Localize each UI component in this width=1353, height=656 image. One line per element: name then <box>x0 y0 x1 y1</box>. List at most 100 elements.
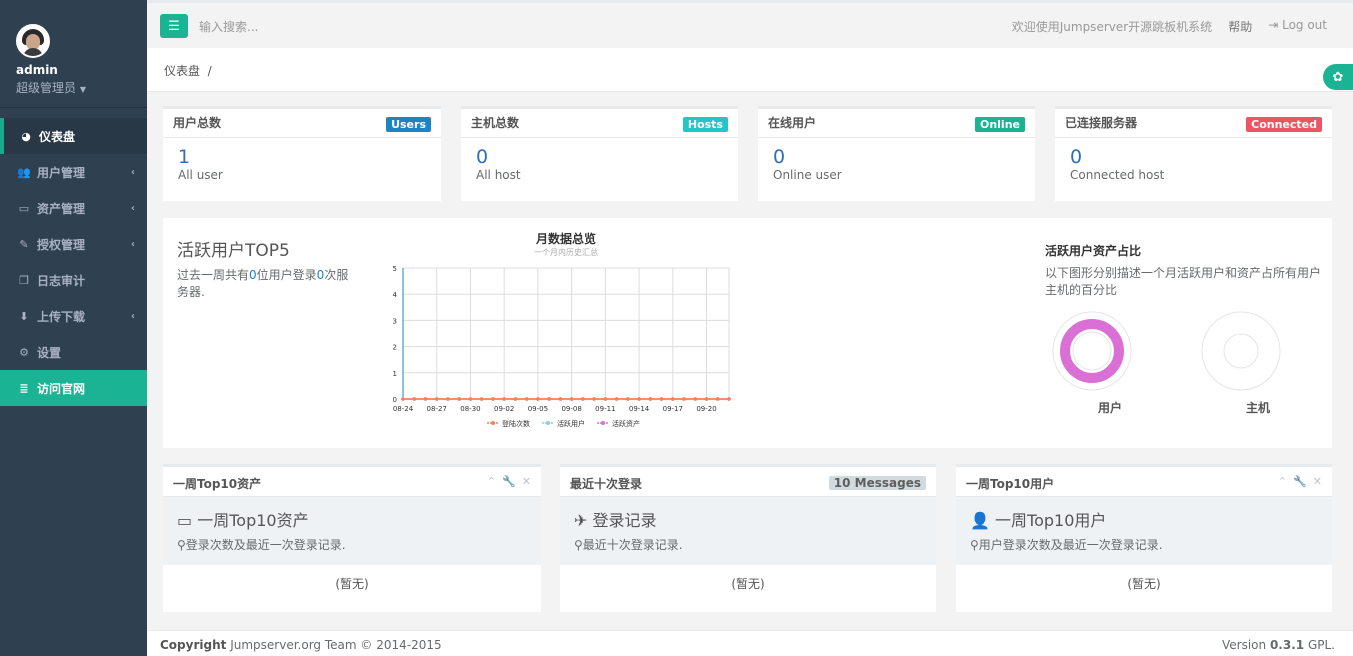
users-badge: Users <box>386 117 431 132</box>
version-label: Version <box>1221 638 1267 652</box>
profile: admin 超级管理员 ▼ <box>0 0 147 108</box>
host-donut-inner <box>1223 333 1259 369</box>
sidebar-item-label: 授权管理 <box>37 237 86 252</box>
data-point <box>682 397 686 401</box>
data-point <box>423 397 428 401</box>
sidebar-item-website[interactable]: ≣ 访问官网 <box>0 370 147 406</box>
chevron-up-icon[interactable]: ⌃ <box>1278 475 1287 488</box>
top5-title: 活跃用户TOP5 <box>177 241 290 261</box>
data-point <box>626 397 630 401</box>
paper-plane-icon: ✈ <box>574 511 588 530</box>
hosts-badge: Hosts <box>682 117 728 132</box>
chevron-up-icon[interactable]: ⌃ <box>487 475 496 488</box>
y-tick-label: 2 <box>393 344 397 352</box>
panel-top10-assets: 一周Top10资产 ⌃ 🔧 ✕ ▭ 一周Top10资产 ⚲登录次数及最近一次登录记录… <box>163 464 541 612</box>
y-tick-label: 0 <box>393 396 397 404</box>
legend-marker <box>491 421 495 425</box>
stat-card-users: 用户总数 Users 1 All user <box>163 106 441 201</box>
panel-top10-users: 一周Top10用户 ⌃ 🔧 ✕ 👤 一周Top10用户 ⚲用户登录次数及最近一次登录… <box>956 464 1332 612</box>
data-point <box>727 397 731 401</box>
data-point <box>513 397 518 401</box>
version-suffix: GPL. <box>1307 638 1335 652</box>
data-point <box>614 397 619 401</box>
profile-name[interactable]: admin <box>16 63 147 77</box>
help-link[interactable]: 帮助 <box>1228 18 1252 35</box>
caret-down-icon: ▼ <box>79 85 86 94</box>
panel-desc: 登录次数及最近一次登录记录. <box>185 538 346 552</box>
chevron-left-icon: ‹ <box>130 238 135 250</box>
panel-tools: ⌃ 🔧 ✕ <box>1278 475 1322 488</box>
menu-toggle-button[interactable]: ☰ <box>160 14 188 38</box>
stat-card-value[interactable]: 0 <box>758 138 1035 167</box>
stat-card-value[interactable]: 1 <box>163 138 441 167</box>
legend-marker <box>546 421 550 425</box>
profile-role[interactable]: 超级管理员 ▼ <box>16 79 147 96</box>
wrench-icon[interactable]: 🔧 <box>1293 475 1307 488</box>
data-point <box>704 397 709 401</box>
monthly-line-chart: 0 1 2 3 4 5 08-24 08-27 08-30 09-02 09-05 09-08 09-1… <box>393 265 731 428</box>
x-tick-label: 09-08 <box>561 405 581 413</box>
avatar[interactable] <box>16 24 50 58</box>
sidebar-item-logs[interactable]: ❐ 日志审计 <box>0 262 147 298</box>
wrench-icon[interactable]: 🔧 <box>502 475 516 488</box>
sidebar-item-users[interactable]: 👥 用户管理 ‹ <box>0 154 147 190</box>
topbar: ☰ 输入搜索... 欢迎使用Jumpserver开源跳板机系统 帮助 ⇥ Log… <box>147 0 1353 48</box>
breadcrumb-bar: 仪表盘 / ✿ <box>147 48 1353 92</box>
data-point <box>693 397 698 401</box>
sidebar-item-transfer[interactable]: ⬇ 上传下载 ‹ <box>0 298 147 334</box>
sidebar-item-label: 仪表盘 <box>39 129 76 144</box>
sidebar-item-assets[interactable]: ▭ 资产管理 ‹ <box>0 190 147 226</box>
dashboard-icon: ◕ <box>21 129 31 143</box>
data-point <box>502 397 506 401</box>
panel-desc: 用户登录次数及最近一次登录记录. <box>978 538 1163 552</box>
search-input[interactable]: 输入搜索... <box>199 18 258 35</box>
users-icon: 👥 <box>17 165 31 179</box>
floating-tool-button[interactable]: ✿ <box>1323 64 1353 90</box>
sidebar-item-dashboard[interactable]: ◕ 仪表盘 <box>0 118 147 154</box>
user-donut[interactable] <box>1052 311 1132 391</box>
bars-icon: ☰ <box>168 18 180 34</box>
close-icon[interactable]: ✕ <box>1313 475 1322 488</box>
logout-link[interactable]: ⇥ Log out <box>1268 18 1327 35</box>
messages-badge: 10 Messages <box>828 476 926 490</box>
x-tick-label: 09-17 <box>663 405 683 413</box>
data-point <box>648 397 653 401</box>
stat-card-value[interactable]: 0 <box>461 138 738 167</box>
close-icon[interactable]: ✕ <box>522 475 531 488</box>
stat-card-title: 在线用户 <box>768 116 817 130</box>
stat-card-value[interactable]: 0 <box>1055 138 1332 167</box>
topbar-right: 欢迎使用Jumpserver开源跳板机系统 帮助 ⇥ Log out <box>1012 18 1327 35</box>
sidebar-item-settings[interactable]: ⚙ 设置 <box>0 334 147 370</box>
data-point <box>446 397 450 401</box>
host-donut[interactable] <box>1201 311 1281 391</box>
cog-float-icon: ✿ <box>1332 69 1344 85</box>
sidebar-item-permissions[interactable]: ✎ 授权管理 ‹ <box>0 226 147 262</box>
panel-empty: (暂无) <box>731 577 765 591</box>
stat-card-hosts: 主机总数 Hosts 0 All host <box>461 106 738 201</box>
user-donut-inner <box>1072 331 1112 371</box>
data-point <box>670 397 675 401</box>
x-tick-label: 09-14 <box>629 405 650 413</box>
chevron-left-icon: ‹ <box>130 202 135 214</box>
panel-heading: 一周Top10用户 <box>995 511 1107 530</box>
y-tick-label: 3 <box>393 317 397 325</box>
data-point <box>547 397 551 401</box>
panel-desc: 最近十次登录记录. <box>582 538 683 552</box>
panel-tools: ⌃ 🔧 ✕ <box>487 475 531 488</box>
panel-title: 一周Top10用户 <box>966 477 1055 491</box>
legend-marker <box>601 421 605 425</box>
data-point <box>558 397 563 401</box>
data-point <box>524 397 529 401</box>
x-tick-label: 09-05 <box>528 405 548 413</box>
top5-desc: 过去一周共有0位用户登录0次服务器. <box>177 267 357 301</box>
inbox-icon: ▭ <box>18 201 30 215</box>
stat-card-connected: 已连接服务器 Connected 0 Connected host <box>1055 106 1332 201</box>
panel-recent-logins: 最近十次登录 10 Messages ✈ 登录记录 ⚲最近十次登录记录. (暂无… <box>560 464 936 612</box>
hdd-icon: ▭ <box>177 511 193 530</box>
map-marker-icon: ⚲ <box>574 538 583 552</box>
sign-out-icon: ⇥ <box>1268 18 1279 32</box>
data-point <box>479 397 484 401</box>
breadcrumb-current[interactable]: 仪表盘 <box>164 64 200 78</box>
version-info: Version 0.3.1 GPL. <box>1222 638 1335 652</box>
map-marker-icon: ⚲ <box>970 538 979 552</box>
